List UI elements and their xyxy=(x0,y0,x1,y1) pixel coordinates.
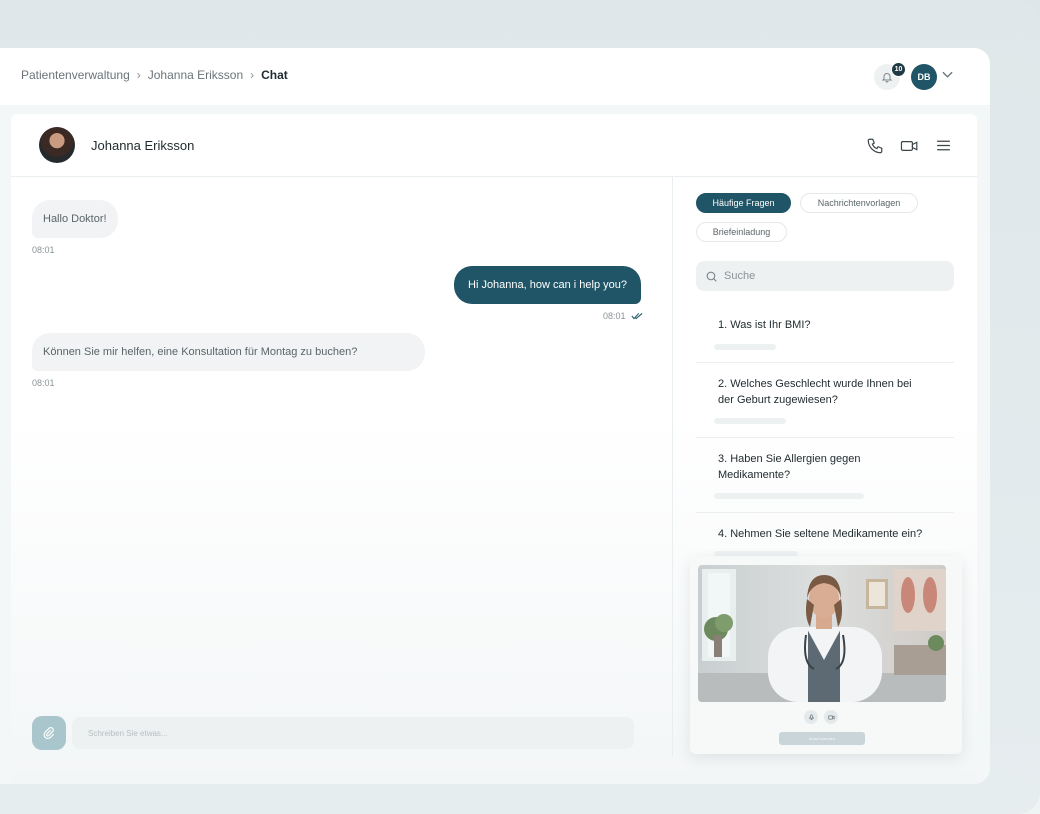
user-avatar[interactable]: DB xyxy=(911,64,937,90)
faq-answer-placeholder xyxy=(714,418,786,424)
faq-item[interactable]: 1. Was ist Ihr BMI? xyxy=(696,311,954,363)
message-input[interactable] xyxy=(72,717,634,749)
chevron-down-icon[interactable] xyxy=(942,71,953,79)
breadcrumb-item-patient[interactable]: Johanna Eriksson xyxy=(148,68,243,82)
camera-icon xyxy=(827,715,835,719)
message-time: 08:01 xyxy=(32,245,55,255)
faq-item[interactable]: 3. Haben Sie Allergien gegen Medikamente… xyxy=(696,438,954,513)
camera-toggle-button[interactable] xyxy=(824,710,838,724)
attach-button[interactable] xyxy=(32,716,66,750)
breadcrumb-current: Chat xyxy=(261,68,288,82)
search-box xyxy=(696,261,954,291)
faq-question: 1. Was ist Ihr BMI? xyxy=(718,319,811,331)
double-check-icon xyxy=(631,313,643,320)
chat-header: Johanna Eriksson xyxy=(11,114,977,177)
video-feed xyxy=(698,565,946,702)
message-list: Hallo Doktor! 08:01 Hi Johanna, how can … xyxy=(11,177,672,784)
breadcrumb: Patientenverwaltung › Johanna Eriksson ›… xyxy=(21,68,288,82)
top-bar: Patientenverwaltung › Johanna Eriksson ›… xyxy=(0,48,990,105)
tab-faq[interactable]: Häufige Fragen xyxy=(696,193,791,213)
doctor-video-image xyxy=(698,565,946,702)
message-time: 08:01 xyxy=(32,378,55,388)
faq-answer-placeholder xyxy=(714,344,776,350)
faq-question: 2. Welches Geschlecht wurde Ihnen bei de… xyxy=(718,378,912,406)
search-input[interactable] xyxy=(724,270,944,282)
breadcrumb-item-patients[interactable]: Patientenverwaltung xyxy=(21,68,130,82)
message-incoming: Hallo Doktor! xyxy=(32,200,118,238)
breadcrumb-separator-icon: › xyxy=(250,68,255,82)
message-outgoing: Hi Johanna, how can i help you? xyxy=(454,266,641,304)
breadcrumb-separator-icon: › xyxy=(136,68,141,82)
contact-name: Johanna Eriksson xyxy=(91,138,195,153)
notification-count-badge: 10 xyxy=(891,62,906,77)
video-icon[interactable] xyxy=(900,137,919,155)
mic-icon xyxy=(808,714,814,720)
video-call-card[interactable]: Anruf beenden xyxy=(690,556,962,754)
message-incoming: Können Sie mir helfen, eine Konsultation… xyxy=(32,333,426,371)
faq-question: 3. Haben Sie Allergien gegen Medikamente… xyxy=(718,453,861,481)
paperclip-icon xyxy=(43,727,55,740)
phone-icon[interactable] xyxy=(866,137,884,155)
end-call-button[interactable]: Anruf beenden xyxy=(779,732,865,745)
faq-question: 4. Nehmen Sie seltene Medikamente ein? xyxy=(718,528,923,540)
faq-answer-placeholder xyxy=(714,493,864,499)
faq-item[interactable]: 2. Welches Geschlecht wurde Ihnen bei de… xyxy=(696,363,954,438)
contact-avatar xyxy=(39,127,75,163)
menu-icon[interactable] xyxy=(935,137,952,154)
tab-letter-invitation[interactable]: Briefeinladung xyxy=(696,222,787,242)
tab-message-templates[interactable]: Nachrichtenvorlagen xyxy=(800,193,918,213)
message-composer xyxy=(32,716,634,750)
mute-button[interactable] xyxy=(804,710,818,724)
message-time: 08:01 xyxy=(603,311,626,321)
search-icon xyxy=(706,271,717,282)
